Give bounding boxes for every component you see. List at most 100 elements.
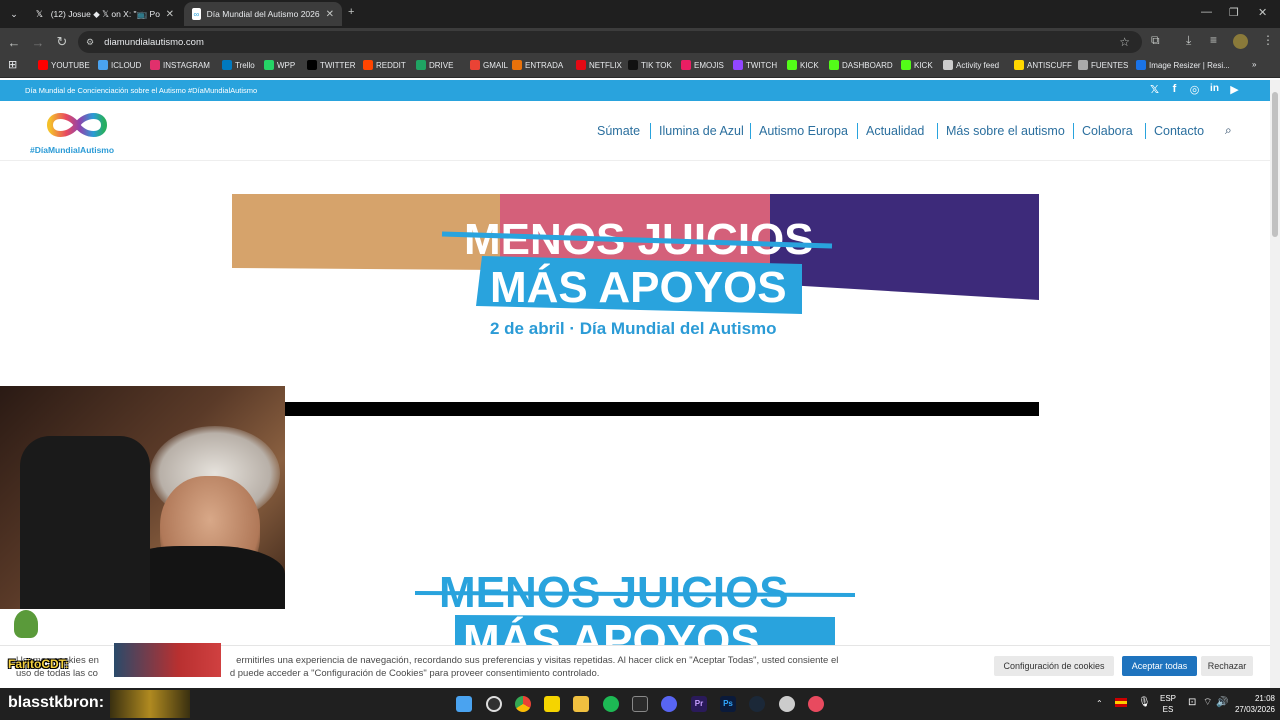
nav-item[interactable]: Súmate: [597, 124, 640, 138]
bookmark-item[interactable]: ICLOUD: [98, 60, 141, 70]
reading-list-icon[interactable]: ≡: [1210, 33, 1217, 47]
youtube-icon[interactable]: ▶: [1227, 83, 1242, 98]
download-icon[interactable]: ⤓: [1186, 33, 1191, 48]
site-info-icon[interactable]: ⚙: [86, 37, 94, 48]
facebook-icon[interactable]: f: [1167, 83, 1182, 98]
spotify-icon[interactable]: [603, 696, 619, 712]
bookmark-item[interactable]: WPP: [264, 60, 295, 70]
language-indicator[interactable]: ESP ES: [1160, 693, 1176, 715]
bookmark-label: YOUTUBE: [51, 60, 90, 70]
microphone-icon[interactable]: 🎙: [1138, 697, 1151, 708]
bookmark-item[interactable]: Trello: [222, 60, 255, 70]
reload-icon[interactable]: ↻: [50, 30, 74, 54]
forward-icon[interactable]: →: [26, 30, 50, 54]
avatar[interactable]: [1233, 34, 1248, 49]
bookmark-label: ICLOUD: [111, 60, 142, 70]
logo-hashtag[interactable]: #DíaMundialAutismo: [30, 145, 114, 155]
media-player-icon[interactable]: [808, 696, 824, 712]
bookmark-label: ANTISCUFF: [1027, 60, 1072, 70]
bookmark-item[interactable]: ANTISCUFF: [1014, 60, 1072, 70]
photoshop-icon[interactable]: Ps: [720, 696, 736, 712]
streamer-emote-image: [110, 690, 190, 718]
tab-twitter[interactable]: 𝕏 (12) Josue ◆ 𝕏 on X: "📺 Por pr ✕: [26, 2, 182, 26]
steam-icon[interactable]: [749, 696, 765, 712]
windows-start-icon[interactable]: [456, 696, 472, 712]
cookie-settings-button[interactable]: Configuración de cookies: [994, 656, 1114, 676]
chat-emote-icon: [14, 610, 38, 638]
address-input[interactable]: ⚙ diamundialautismo.com ☆: [78, 31, 1142, 53]
nav-item[interactable]: Colabora: [1082, 124, 1133, 138]
x-social-icon[interactable]: 𝕏: [1147, 83, 1162, 98]
video-embed-bar[interactable]: [285, 402, 1039, 416]
search-icon[interactable]: ⌕: [1225, 123, 1232, 138]
tray-flag-icon[interactable]: [1115, 698, 1127, 707]
nav-separator: [857, 123, 858, 139]
app-icon[interactable]: [632, 696, 648, 712]
apps-grid-icon[interactable]: ⊞: [8, 58, 17, 71]
ccleaner-icon[interactable]: [779, 696, 795, 712]
bookmark-star-icon[interactable]: ☆: [1119, 35, 1130, 49]
tab-autismo[interactable]: ∞ Día Mundial del Autismo 2026 ✕: [184, 2, 342, 26]
accept-all-button[interactable]: Aceptar todas: [1122, 656, 1197, 676]
bookmarks-overflow-icon[interactable]: »: [1252, 60, 1256, 69]
clock[interactable]: 21:08 27/03/2026: [1225, 693, 1275, 715]
back-icon[interactable]: ←: [2, 30, 26, 54]
bookmark-item[interactable]: KICK: [787, 60, 819, 70]
bookmark-favicon-icon: [576, 60, 586, 70]
linkedin-icon[interactable]: in: [1207, 83, 1222, 98]
extensions-icon[interactable]: ⧉: [1151, 33, 1160, 48]
bookmark-item[interactable]: DASHBOARD: [829, 60, 893, 70]
nav-separator: [750, 123, 751, 139]
bookmark-item[interactable]: TIK TOK: [628, 60, 672, 70]
obs-icon[interactable]: [486, 696, 502, 712]
bookmark-label: WPP: [277, 60, 296, 70]
nav-item[interactable]: Contacto: [1154, 124, 1204, 138]
tab-search-button[interactable]: ⌄: [2, 2, 26, 26]
bookmark-favicon-icon: [943, 60, 953, 70]
bookmark-item[interactable]: INSTAGRAM: [150, 60, 210, 70]
wifi-icon[interactable]: ⌔: [1203, 697, 1212, 708]
reject-button[interactable]: Rechazar: [1201, 656, 1253, 676]
new-tab-button[interactable]: +: [348, 6, 354, 18]
infinity-logo-icon[interactable]: [44, 107, 110, 143]
display-icon[interactable]: ⊡: [1188, 697, 1196, 708]
tray-chevron-icon[interactable]: ⌃: [1096, 698, 1103, 709]
close-window-button[interactable]: ✕: [1258, 6, 1267, 19]
nav-item[interactable]: Más sobre el autismo: [946, 124, 1065, 138]
bookmark-item[interactable]: TWITCH: [733, 60, 777, 70]
nav-item[interactable]: Ilumina de Azul: [659, 124, 744, 138]
bookmark-item[interactable]: YOUTUBE: [38, 60, 90, 70]
sticky-notes-icon[interactable]: [544, 696, 560, 712]
bookmark-item[interactable]: ENTRADA: [512, 60, 563, 70]
site-header: #DíaMundialAutismo Súmate Ilumina de Azul…: [0, 101, 1270, 161]
maximize-button[interactable]: ❐: [1229, 6, 1239, 19]
streamer-name: blasstkbron:: [8, 694, 105, 711]
close-icon[interactable]: ✕: [326, 9, 334, 20]
bookmarks-bar: ⊞ YOUTUBE ICLOUD INSTAGRAM Trello WPP TWITTER…: [0, 56, 1280, 78]
bookmark-item[interactable]: TWITTER: [307, 60, 356, 70]
nav-item[interactable]: Actualidad: [866, 124, 924, 138]
bookmark-favicon-icon: [628, 60, 638, 70]
chrome-icon[interactable]: [515, 696, 531, 712]
nav-item[interactable]: Autismo Europa: [759, 124, 848, 138]
bookmark-item[interactable]: REDDIT: [363, 60, 406, 70]
bookmark-favicon-icon: [416, 60, 426, 70]
bookmark-item[interactable]: Image Resizer | Resi...: [1136, 60, 1230, 70]
scrollbar-thumb[interactable]: [1272, 92, 1278, 237]
bookmark-item[interactable]: GMAIL: [470, 60, 508, 70]
close-icon[interactable]: ✕: [166, 9, 174, 20]
bookmark-item[interactable]: NETFLIX: [576, 60, 622, 70]
bookmark-item[interactable]: EMOJIS: [681, 60, 724, 70]
menu-icon[interactable]: ⋮: [1262, 33, 1274, 47]
bookmark-item[interactable]: Activity feed: [943, 60, 999, 70]
file-explorer-icon[interactable]: [573, 696, 589, 712]
premiere-icon[interactable]: Pr: [691, 696, 707, 712]
bookmark-item[interactable]: FUENTES: [1078, 60, 1128, 70]
bookmark-item[interactable]: DRIVE: [416, 60, 453, 70]
bookmark-item[interactable]: KICK: [901, 60, 933, 70]
instagram-icon[interactable]: ◎: [1187, 83, 1202, 98]
discord-icon[interactable]: [661, 696, 677, 712]
minimize-button[interactable]: —: [1201, 6, 1212, 18]
banner2-line2: MÁS APOYOS: [463, 615, 760, 645]
clock-time: 21:08: [1254, 694, 1275, 703]
